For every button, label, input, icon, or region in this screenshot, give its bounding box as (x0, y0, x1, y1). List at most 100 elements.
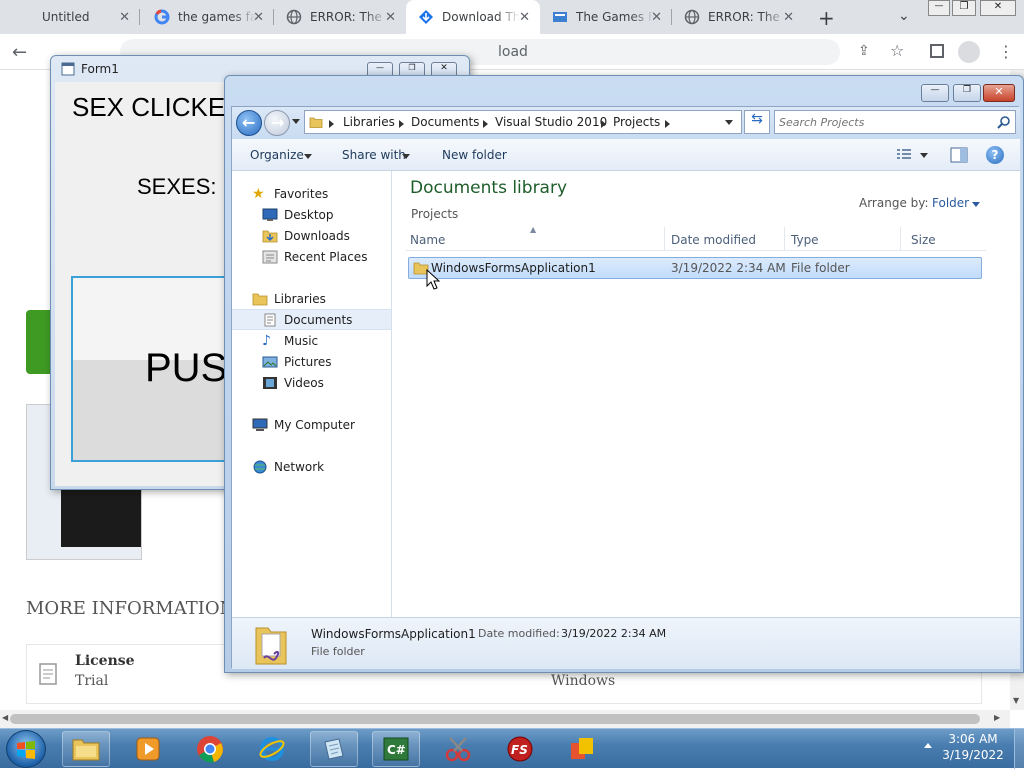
address-text: load (498, 44, 528, 60)
explorer-minimize-button[interactable]: — (921, 84, 949, 102)
preview-pane-icon[interactable] (950, 147, 968, 163)
tab-download[interactable]: Download Th ✕ (406, 0, 540, 34)
close-icon[interactable]: ✕ (385, 10, 396, 25)
column-divider[interactable] (900, 227, 901, 251)
clock[interactable]: 3:06 AM 3/19/2022 (940, 732, 1006, 762)
breadcrumb-visual-studio[interactable]: Visual Studio 2010 (495, 115, 607, 129)
search-icon[interactable] (997, 115, 1011, 129)
close-window-button[interactable]: ✕ (980, 0, 1016, 16)
nav-recent-places[interactable]: Recent Places (232, 246, 391, 267)
taskbar-snipping-tool[interactable] (434, 731, 482, 767)
taskbar-media-player[interactable] (124, 731, 172, 767)
tab-games[interactable]: The Games F ✕ (540, 0, 672, 34)
address-dropdown-icon[interactable] (725, 120, 733, 125)
view-options-icon[interactable] (896, 148, 912, 162)
side-panel-icon[interactable] (930, 44, 944, 58)
explorer-close-button[interactable]: ✕ (983, 84, 1015, 102)
documents-icon (264, 313, 276, 326)
nav-libraries[interactable]: Libraries (232, 288, 391, 309)
taskbar-app-red[interactable]: FS (496, 731, 544, 767)
scroll-thumb[interactable] (10, 714, 980, 724)
tab-error-1[interactable]: ERROR: The r ✕ (274, 0, 406, 34)
start-button[interactable] (6, 730, 46, 768)
show-desktop-button[interactable] (1014, 729, 1024, 769)
column-size[interactable]: Size (911, 233, 936, 247)
column-divider[interactable] (784, 227, 785, 251)
bookmark-star-icon[interactable]: ☆ (890, 41, 904, 60)
taskbar-explorer[interactable] (62, 731, 110, 767)
breadcrumb-libraries[interactable]: Libraries (343, 115, 395, 129)
nav-desktop[interactable]: Desktop (232, 204, 391, 225)
taskbar-visual-csharp[interactable]: C# (372, 731, 420, 767)
maximize-button[interactable]: ❐ (952, 0, 976, 16)
scroll-down-arrow[interactable]: ▼ (1013, 696, 1019, 705)
organize-button[interactable]: Organize (250, 148, 304, 162)
refresh-button[interactable]: ⇆ (744, 110, 770, 134)
form1-push-button[interactable]: PUS (71, 276, 231, 462)
scroll-right-arrow[interactable]: ▶ (994, 713, 1000, 722)
share-with-button[interactable]: Share with (342, 148, 406, 162)
recent-places-icon (262, 250, 278, 263)
explorer-window[interactable]: — ❐ ✕ ← → Libraries Documents Visual Stu… (224, 75, 1024, 673)
help-icon[interactable]: ? (986, 146, 1004, 164)
taskbar-chrome[interactable] (186, 731, 234, 767)
column-type[interactable]: Type (791, 233, 819, 247)
scroll-left-arrow[interactable]: ◀ (2, 713, 8, 722)
horizontal-scrollbar[interactable]: ◀ ▶ (0, 710, 1010, 728)
taskbar-internet-explorer[interactable] (248, 731, 296, 767)
recent-pages-dropdown-icon[interactable] (292, 119, 300, 124)
share-icon[interactable]: ⇪ (858, 43, 870, 59)
navigation-pane: ★ Favorites Desktop Downloads Recent Pla… (232, 171, 392, 617)
form1-label-title: SEX CLICKE (72, 92, 226, 122)
os-value: Windows (551, 673, 616, 689)
forward-button[interactable]: → (264, 110, 290, 136)
back-button[interactable]: ← (236, 110, 262, 136)
tab-google[interactable]: the games fa ✕ (142, 0, 274, 34)
minimize-button[interactable]: — (928, 0, 950, 16)
menu-kebab-icon[interactable]: ⋮ (998, 42, 1014, 61)
tab-error-2[interactable]: ERROR: The ✕ (672, 0, 804, 34)
refresh-icon: ⇆ (751, 111, 763, 127)
back-arrow-icon[interactable]: ← (12, 42, 27, 63)
form-icon (61, 62, 75, 76)
tab-title: The Games F (576, 10, 654, 24)
address-breadcrumb-bar[interactable]: Libraries Documents Visual Studio 2010 P… (304, 110, 742, 134)
close-icon[interactable]: ✕ (253, 10, 264, 25)
column-name[interactable]: Name (410, 233, 445, 247)
profile-avatar[interactable] (958, 41, 980, 63)
tray-expand-icon[interactable] (924, 743, 932, 748)
column-divider[interactable] (664, 227, 665, 251)
new-folder-button[interactable]: New folder (442, 148, 507, 162)
nav-downloads[interactable]: Downloads (232, 225, 391, 246)
nav-pictures[interactable]: Pictures (232, 351, 391, 372)
taskbar-notepad[interactable] (310, 731, 358, 767)
breadcrumb-projects[interactable]: Projects (613, 115, 660, 129)
close-icon[interactable]: ✕ (119, 10, 130, 25)
nav-music[interactable]: ♪ Music (232, 330, 391, 351)
music-icon: ♪ (262, 332, 271, 349)
new-tab-button[interactable]: + (818, 6, 835, 30)
tab-search-button[interactable]: ⌄ (898, 8, 910, 24)
search-input[interactable] (779, 114, 989, 130)
taskbar-app-windows[interactable] (558, 731, 608, 767)
nav-videos[interactable]: Videos (232, 372, 391, 393)
table-row[interactable]: WindowsFormsApplication1 3/19/2022 2:34 … (408, 257, 982, 279)
arrange-by-dropdown[interactable]: Folder (932, 196, 969, 210)
close-icon[interactable]: ✕ (783, 10, 794, 25)
library-title: Documents library (410, 178, 568, 198)
nav-my-computer[interactable]: My Computer (232, 414, 391, 435)
nav-documents[interactable]: Documents (232, 309, 391, 330)
file-date: 3/19/2022 2:34 AM (671, 261, 786, 275)
taskbar: C# FS 3:06 AM 3/19/2022 (0, 728, 1024, 769)
breadcrumb-documents[interactable]: Documents (411, 115, 479, 129)
search-box[interactable] (774, 110, 1016, 134)
nav-favorites[interactable]: ★ Favorites (232, 183, 391, 204)
close-icon[interactable]: ✕ (651, 10, 662, 25)
column-date[interactable]: Date modified (671, 233, 756, 247)
tab-untitled[interactable]: Untitled ✕ (30, 0, 140, 34)
nav-network[interactable]: Network (232, 456, 391, 477)
chrome-icon (197, 736, 223, 763)
chevron-down-icon[interactable] (920, 153, 928, 158)
explorer-maximize-button[interactable]: ❐ (953, 84, 981, 102)
close-icon[interactable]: ✕ (519, 10, 530, 25)
